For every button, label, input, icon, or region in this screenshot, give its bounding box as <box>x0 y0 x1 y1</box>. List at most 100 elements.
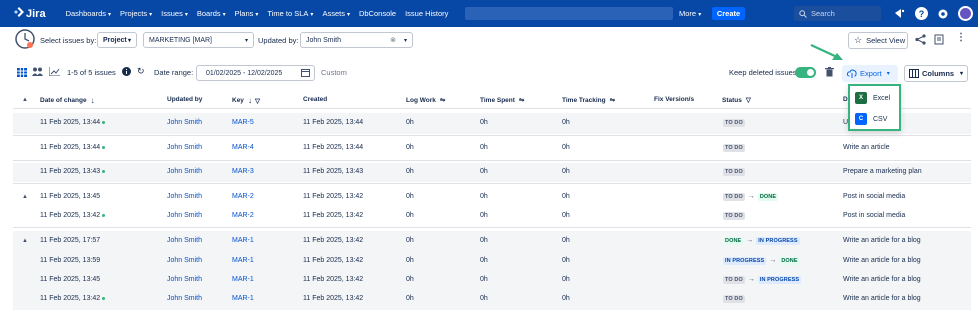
jira-logo[interactable]: Jira <box>14 7 46 20</box>
col-fix-versions[interactable]: Fix Version/s <box>654 96 694 103</box>
collapse-group-icon[interactable]: ▲ <box>22 194 28 200</box>
more-actions-icon[interactable]: ⋮ <box>956 32 966 43</box>
log-work-cell: 0h <box>406 276 414 283</box>
updated-by-link[interactable]: John Smith <box>167 144 202 151</box>
updated-by-link[interactable]: John Smith <box>167 237 202 244</box>
nav-item[interactable]: Issues ▾ <box>161 9 188 18</box>
status-badge: TO DO <box>723 295 745 303</box>
info-icon[interactable] <box>122 67 131 78</box>
date-of-change-value: 11 Feb 2025, 13:44 <box>40 144 101 151</box>
share-icon[interactable] <box>915 34 926 48</box>
nav-item[interactable]: Boards ▾ <box>197 9 226 18</box>
issue-key-link[interactable]: MAR-5 <box>232 119 254 126</box>
col-time-spent[interactable]: Time Spent ⇋ <box>480 96 524 105</box>
arrow-right-icon: → <box>747 193 755 200</box>
nav-item[interactable]: Projects ▾ <box>120 9 152 18</box>
user-avatar[interactable] <box>958 6 973 21</box>
create-button[interactable]: Create <box>712 7 745 20</box>
filter-icon[interactable]: ▽ <box>255 97 260 105</box>
issue-key-link[interactable]: MAR-1 <box>232 257 254 264</box>
status-cell: TO DO → DONE <box>723 193 779 201</box>
custom-range-label: Custom <box>321 68 347 77</box>
users-view-icon[interactable] <box>32 67 43 78</box>
select-by-dropdown[interactable]: Project ▾ <box>97 32 137 48</box>
clear-icon[interactable]: ⊗ <box>390 36 396 44</box>
nav-item[interactable]: Assets ▾ <box>322 9 350 18</box>
col-time-tracking[interactable]: Time Tracking ⇋ <box>562 96 615 105</box>
updated-by-dropdown[interactable]: John Smith ⊗ ▾ <box>300 32 413 48</box>
chevron-down-icon: ▾ <box>346 12 350 18</box>
nav-item-label: Assets <box>322 9 345 18</box>
updated-by-link[interactable]: John Smith <box>167 193 202 200</box>
nav-item[interactable]: Plans ▾ <box>235 9 259 18</box>
updated-by-link[interactable]: John Smith <box>167 212 202 219</box>
refresh-icon[interactable]: ↻ <box>137 66 145 77</box>
nav-item[interactable]: Dashboards ▾ <box>66 9 111 18</box>
collapse-all-icon[interactable]: ▲ <box>22 97 28 103</box>
export-button[interactable]: Export ▾ <box>842 65 898 82</box>
trash-icon[interactable] <box>825 67 834 79</box>
settings-gear-icon[interactable] <box>936 7 949 20</box>
status-badge: DONE <box>779 257 800 265</box>
col-created[interactable]: Created <box>303 96 327 103</box>
sort-down-icon[interactable]: ↓ <box>248 96 252 105</box>
nav-item-label: Dashboards <box>65 9 107 18</box>
filter-icon[interactable]: ▽ <box>746 96 751 104</box>
description-cell: Write an article for a blog <box>843 295 921 302</box>
col-log-work[interactable]: Log Work ⇋ <box>406 96 445 105</box>
issue-key-link[interactable]: MAR-1 <box>232 295 254 302</box>
date-of-change-value: 11 Feb 2025, 13:43 <box>40 168 101 175</box>
sliders-icon[interactable]: ⇋ <box>440 96 445 104</box>
export-excel-item[interactable]: X Excel <box>850 88 899 108</box>
chart-view-icon[interactable] <box>48 67 60 78</box>
status-cell: IN PROGRESS → DONE <box>723 257 800 265</box>
date-of-change-value: 11 Feb 2025, 13:45 <box>40 193 101 200</box>
help-icon[interactable]: ? <box>915 7 928 20</box>
project-dropdown[interactable]: MARKETING [MAR] ▾ <box>143 32 254 48</box>
notifications-icon[interactable] <box>893 7 906 20</box>
updated-by-link[interactable]: John Smith <box>167 295 202 302</box>
sliders-icon[interactable]: ⇋ <box>519 96 524 104</box>
issue-key-link[interactable]: MAR-2 <box>232 193 254 200</box>
issue-key-link[interactable]: MAR-2 <box>232 212 254 219</box>
export-page-icon[interactable] <box>934 34 945 48</box>
search-placeholder: Search <box>811 9 835 18</box>
col-date-of-change[interactable]: Date of change ↓ <box>40 96 95 105</box>
calendar-icon[interactable] <box>301 68 310 79</box>
nav-item[interactable]: DbConsole <box>359 9 396 18</box>
header-divider <box>13 108 971 109</box>
collapse-group-icon[interactable]: ▲ <box>22 238 28 244</box>
status-badge: TO DO <box>723 119 745 127</box>
created-cell: 11 Feb 2025, 13:44 <box>303 119 364 126</box>
table-view-icon[interactable] <box>17 68 27 79</box>
date-range-picker[interactable]: 01/02/2025 - 12/02/2025 <box>196 65 315 81</box>
col-key[interactable]: Key ↓ ▽ <box>232 96 260 105</box>
nav-item[interactable]: Issue History <box>405 9 448 18</box>
col-updated-by[interactable]: Updated by <box>167 96 202 103</box>
col-label: Status <box>722 96 742 104</box>
export-csv-item[interactable]: C CSV <box>850 109 899 129</box>
chevron-down-icon: ▾ <box>222 12 226 18</box>
status-badge: TO DO <box>723 212 745 220</box>
more-menu[interactable]: More ▾ <box>679 9 701 18</box>
time-spent-cell: 0h <box>480 212 488 219</box>
columns-button[interactable]: Columns ▾ <box>904 65 968 82</box>
time-tracking-cell: 0h <box>562 119 570 126</box>
issue-key-link[interactable]: MAR-1 <box>232 276 254 283</box>
issue-key-link[interactable]: MAR-1 <box>232 237 254 244</box>
search-input[interactable]: Search <box>794 6 881 21</box>
updated-by-link[interactable]: John Smith <box>167 168 202 175</box>
sliders-icon[interactable]: ⇋ <box>610 96 615 104</box>
issue-key-link[interactable]: MAR-3 <box>232 168 254 175</box>
col-status[interactable]: Status ▽ <box>722 96 751 105</box>
updated-by-link[interactable]: John Smith <box>167 257 202 264</box>
updated-by-link[interactable]: John Smith <box>167 119 202 126</box>
col-label: Key <box>232 97 244 104</box>
nav-item[interactable]: Time to SLA ▾ <box>267 9 313 18</box>
updated-by-link[interactable]: John Smith <box>167 276 202 283</box>
keep-deleted-toggle[interactable] <box>795 67 816 78</box>
issue-key-link[interactable]: MAR-4 <box>232 144 254 151</box>
select-view-button[interactable]: ☆ Select View <box>848 32 908 49</box>
created-cell: 11 Feb 2025, 13:43 <box>303 168 364 175</box>
sort-down-icon[interactable]: ↓ <box>91 96 95 105</box>
